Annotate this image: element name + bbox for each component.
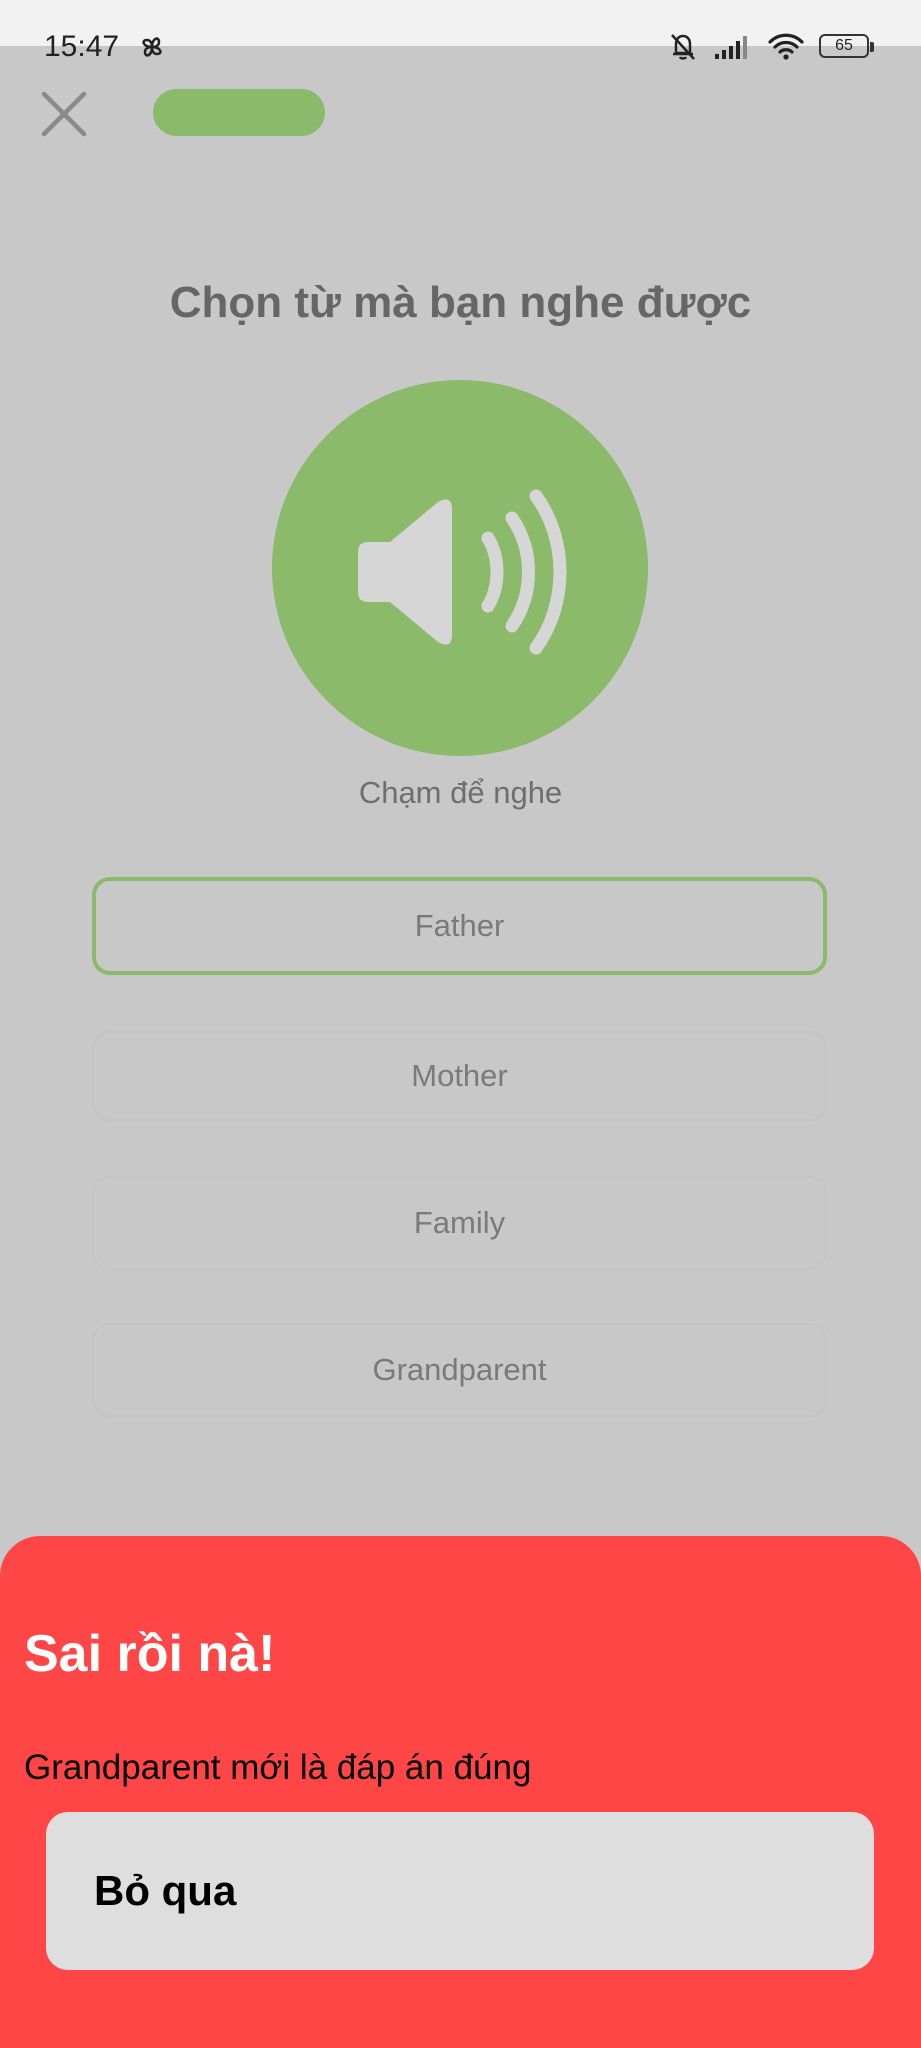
- answer-option-label: Father: [414, 908, 505, 943]
- answer-option-label: Mother: [411, 1058, 508, 1093]
- wifi-icon: [768, 33, 804, 60]
- status-icons: 65: [667, 30, 874, 62]
- answer-option-label: Family: [413, 1205, 506, 1240]
- speaker-icon: [358, 489, 567, 655]
- pinwheel-icon: [142, 37, 162, 57]
- skip-button-label: Bỏ qua: [94, 1867, 237, 1914]
- close-icon[interactable]: [38, 88, 90, 140]
- battery-level: 65: [835, 37, 853, 54]
- correct-answer-message: Grandparent mới là đáp án đúng: [24, 1748, 532, 1787]
- exercise-prompt: Chọn từ mà bạn nghe được: [169, 278, 752, 327]
- lesson-progress-bar: [153, 89, 325, 136]
- answer-option-family[interactable]: Family: [92, 1176, 827, 1270]
- signal-icon: [715, 36, 747, 59]
- answer-option-grandparent[interactable]: Grandparent: [92, 1323, 827, 1417]
- tap-to-listen-label: Chạm để nghe: [358, 775, 563, 810]
- status-bar: 15:47 65: [0, 0, 921, 62]
- skip-button[interactable]: Bỏ qua: [46, 1812, 874, 1970]
- answer-option-father[interactable]: Father: [92, 877, 827, 975]
- incorrect-feedback-sheet: Sai rồi nà! Grandparent mới là đáp án đú…: [0, 1536, 921, 2048]
- bell-off-icon: [671, 34, 695, 60]
- answer-option-label: Grandparent: [372, 1352, 547, 1387]
- status-time: 15:47: [44, 30, 120, 63]
- feedback-title: Sai rồi nà!: [24, 1625, 276, 1683]
- battery-icon: 65: [819, 34, 874, 58]
- play-audio-button[interactable]: [272, 380, 648, 756]
- answer-option-mother[interactable]: Mother: [92, 1031, 827, 1121]
